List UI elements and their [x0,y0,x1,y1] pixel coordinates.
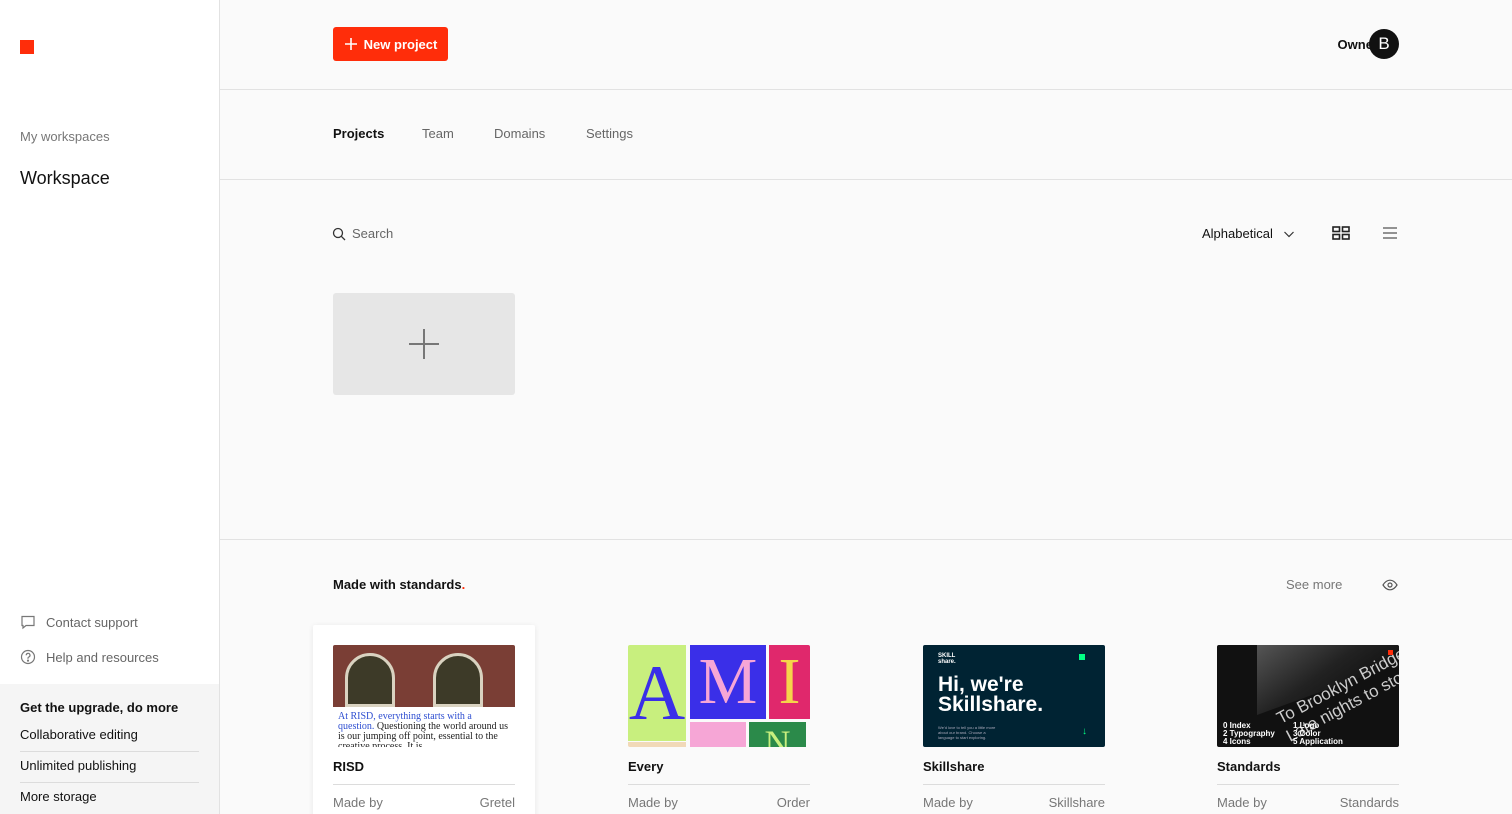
upgrade-title[interactable]: Get the upgrade, do more [20,700,199,715]
upgrade-item: More storage [20,789,97,804]
index-list: 0 Index 2 Typography 4 Icons [1223,721,1275,746]
card-author: Order [776,795,810,810]
new-project-button[interactable]: New project [333,27,448,61]
made-by-label: Made by [1217,795,1267,810]
contact-support-link[interactable]: Contact support [20,614,138,630]
tab-settings[interactable]: Settings [586,126,633,141]
card-meta: Made by Order [628,784,810,810]
search-input[interactable] [352,226,552,241]
accent-square [1388,650,1393,655]
card-name: Standards [1217,759,1281,774]
search-icon [332,227,346,240]
card-thumbnail: At RISD, everything starts with a questi… [333,645,515,747]
arrow-down-icon: ↓ [1082,726,1087,737]
add-project-card[interactable] [333,293,515,395]
card-author: Gretel [479,795,515,810]
workspaces-label: My workspaces [20,129,110,144]
chevron-down-icon [1283,231,1294,237]
sort-label: Alphabetical [1202,226,1273,241]
grid-view-icon[interactable] [1332,225,1350,241]
upgrade-panel: Get the upgrade, do more Collaborative e… [0,684,219,814]
sort-dropdown[interactable]: Alphabetical [1202,226,1295,241]
upgrade-item: Unlimited publishing [20,752,199,783]
brand-logo[interactable] [20,40,34,54]
sidebar: My workspaces Workspace Contact support … [0,0,220,814]
skillshare-body: We'd love to tell you a little more abou… [938,725,996,740]
see-more-link[interactable]: See more [1286,577,1342,592]
list-view-icon[interactable] [1382,225,1398,241]
card-thumbnail: To Brooklyn BridgeLate nights to stops h… [1217,645,1399,747]
card-author: Standards [1339,795,1399,810]
card-author: Skillshare [1048,795,1105,810]
help-resources-link[interactable]: Help and resources [20,649,159,665]
card-thumbnail: A M I N [628,645,810,747]
contact-support-label: Contact support [46,614,138,630]
made-by-label: Made by [333,795,383,810]
index-list: 1 Logo 3 Color 5 Application [1293,721,1343,746]
card-name: RISD [333,759,365,774]
plus-icon [409,329,439,359]
showcase-card-standards[interactable]: To Brooklyn BridgeLate nights to stops h… [1217,645,1399,810]
tab-team[interactable]: Team [422,126,454,141]
help-circle-icon [20,649,36,665]
workspace-name[interactable]: Workspace [20,168,110,189]
skillshare-headline: Hi, we're Skillshare. [938,673,1044,716]
eye-icon[interactable] [1382,578,1398,592]
new-project-label: New project [363,36,438,52]
main-content: New project Owner B Projects Team Domain… [220,0,1512,814]
plus-icon [344,38,357,50]
section-divider [220,539,1512,540]
made-by-label: Made by [628,795,678,810]
card-meta: Made by Skillshare [923,784,1105,810]
risd-window [345,653,395,707]
upgrade-item: Collaborative editing [20,721,199,752]
tab-bar: Projects Team Domains Settings [220,90,1512,180]
search-bar [332,226,552,241]
showcase-title: Made with standards. [333,577,466,592]
showcase-card-risd[interactable]: At RISD, everything starts with a questi… [313,625,535,814]
made-by-label: Made by [923,795,973,810]
every-letter-tile: M [690,645,766,719]
showcase-card-every[interactable]: A M I N Every Made by Order [628,645,810,810]
card-meta: Made by Standards [1217,784,1399,810]
tab-projects[interactable]: Projects [333,126,384,141]
showcase-card-skillshare[interactable]: SKILL share. Hi, we're Skillshare. We'd lo… [923,645,1105,810]
chat-icon [21,615,35,630]
card-name: Skillshare [923,759,985,774]
top-bar: New project Owner B [220,0,1512,90]
risd-thumb-text: At RISD, everything starts with a questi… [338,711,508,748]
tab-domains[interactable]: Domains [494,126,545,141]
every-letter-tile: N [749,722,806,747]
every-tile [690,722,746,747]
risd-window [433,653,483,707]
card-thumbnail: SKILL share. Hi, we're Skillshare. We'd lo… [923,645,1105,747]
skillshare-logo: SKILL share. [938,653,956,665]
card-meta: Made by Gretel [333,784,515,810]
every-tile [628,742,686,747]
avatar[interactable]: B [1369,29,1399,59]
help-resources-label: Help and resources [46,649,159,665]
accent-square [1079,654,1085,660]
every-letter-tile: A [628,645,686,741]
card-name: Every [628,759,664,774]
every-letter-tile: I [769,645,810,719]
risd-photo [333,645,515,707]
